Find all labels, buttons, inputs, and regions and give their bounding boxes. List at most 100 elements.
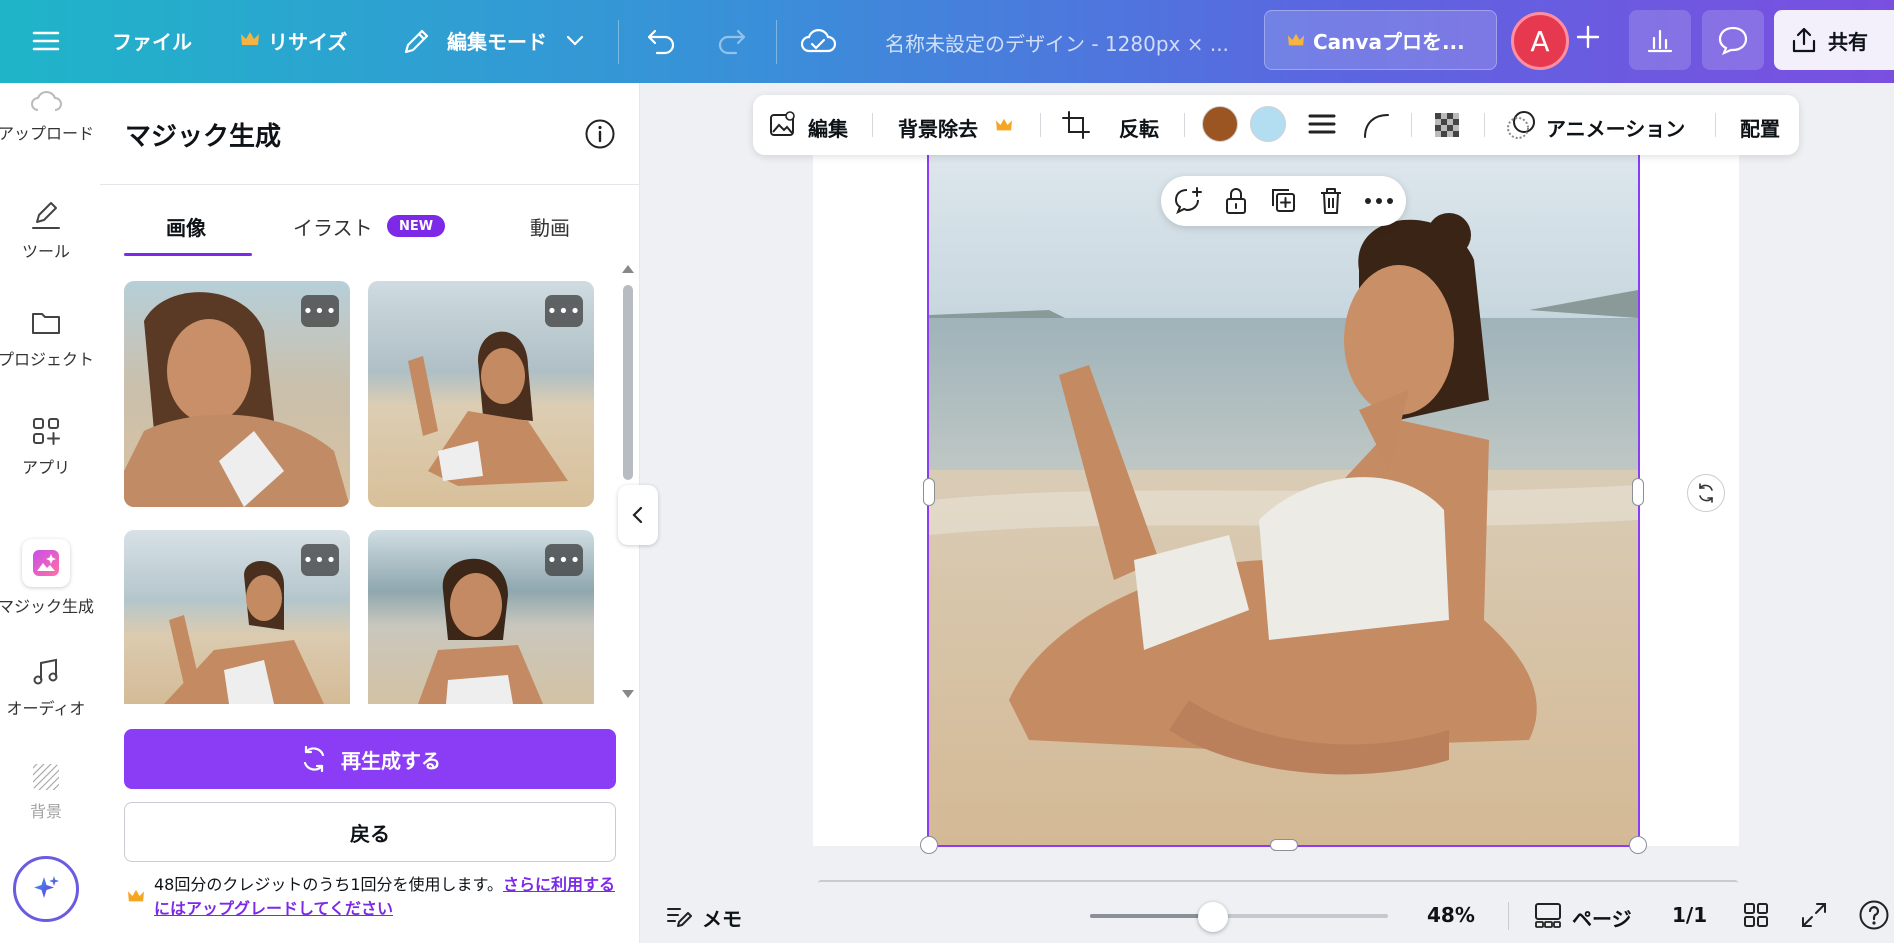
add-comment-icon[interactable] xyxy=(1172,185,1204,217)
crown-icon xyxy=(127,888,145,904)
refresh-icon xyxy=(299,744,329,774)
cloud-saved-icon[interactable] xyxy=(800,25,836,57)
panel-scrollbar[interactable] xyxy=(623,285,633,480)
more-options-icon[interactable] xyxy=(1364,197,1394,205)
resize-handle-bottom-right[interactable] xyxy=(1629,836,1647,854)
animate-button[interactable]: アニメーション xyxy=(1546,113,1685,142)
magic-media-icon xyxy=(22,539,70,587)
sparkle-icon xyxy=(29,872,63,906)
zoom-level[interactable]: 48% xyxy=(1427,903,1475,927)
help-icon[interactable] xyxy=(1858,899,1890,931)
divider xyxy=(1184,113,1185,137)
rail-item-background[interactable]: 背景 xyxy=(0,762,92,822)
fullscreen-icon[interactable] xyxy=(1800,901,1828,929)
notes-button[interactable]: メモ xyxy=(702,903,742,932)
undo-icon[interactable] xyxy=(645,27,677,55)
divider xyxy=(872,113,873,137)
background-remover-button[interactable]: 背景除去 xyxy=(898,113,978,142)
border-style-icon[interactable] xyxy=(1308,112,1336,136)
pages-button[interactable]: ページ xyxy=(1572,903,1632,932)
comments-button[interactable] xyxy=(1702,10,1764,70)
rail-item-projects[interactable]: プロジェクト xyxy=(0,306,94,370)
resize-handle-left[interactable] xyxy=(923,478,935,506)
crop-icon[interactable] xyxy=(1061,110,1091,140)
rail-item-apps[interactable]: アプリ xyxy=(0,414,92,478)
page-counter[interactable]: 1/1 xyxy=(1672,903,1707,927)
upload-icon xyxy=(1790,26,1818,54)
add-member-icon[interactable] xyxy=(1575,24,1601,50)
crown-icon xyxy=(1287,32,1305,48)
redo-icon[interactable] xyxy=(716,27,748,55)
chevron-down-icon[interactable] xyxy=(565,33,585,47)
position-button[interactable]: 配置 xyxy=(1740,113,1780,142)
rotate-button[interactable] xyxy=(1687,474,1725,512)
image-more-button[interactable]: ••• xyxy=(545,295,583,327)
color-swatch-1[interactable] xyxy=(1202,106,1238,142)
divider xyxy=(1715,113,1716,137)
tab-videos[interactable]: 動画 xyxy=(530,212,570,241)
resize-handle-right[interactable] xyxy=(1632,478,1644,506)
tab-illustrations[interactable]: イラスト xyxy=(293,212,373,241)
notes-icon xyxy=(665,902,693,930)
corner-rounding-icon[interactable] xyxy=(1362,111,1390,139)
canva-pro-button[interactable]: Canvaプロを... xyxy=(1264,10,1497,70)
grid-view-icon[interactable] xyxy=(1742,901,1770,929)
insights-button[interactable] xyxy=(1629,10,1691,70)
trash-icon[interactable] xyxy=(1317,185,1345,217)
rotate-icon xyxy=(1695,482,1717,504)
animation-icon xyxy=(1504,108,1538,142)
tab-images[interactable]: 画像 xyxy=(166,212,206,241)
credit-notice: 48回分のクレジットのうち1回分を使用します。さらに利用するにはアップグレードし… xyxy=(154,875,615,918)
music-note-icon xyxy=(29,655,63,689)
menu-icon[interactable] xyxy=(27,22,65,60)
regenerate-button[interactable]: 再生成する xyxy=(124,729,616,789)
duplicate-icon[interactable] xyxy=(1268,185,1298,217)
avatar[interactable]: A xyxy=(1511,12,1569,70)
collapse-panel-button[interactable] xyxy=(618,485,658,545)
crown-icon xyxy=(240,30,260,48)
color-swatch-2[interactable] xyxy=(1250,106,1286,142)
file-menu[interactable]: ファイル xyxy=(112,26,192,55)
design-title[interactable]: 名称未設定のデザイン - 1280px × ... xyxy=(885,28,1229,57)
pencil-icon xyxy=(402,26,430,56)
scroll-down-icon[interactable] xyxy=(621,689,635,699)
chevron-left-icon xyxy=(631,505,645,525)
image-more-button[interactable]: ••• xyxy=(301,544,339,576)
flip-button[interactable]: 反転 xyxy=(1119,113,1159,142)
image-more-button[interactable]: ••• xyxy=(545,544,583,576)
image-more-button[interactable]: ••• xyxy=(301,295,339,327)
edit-mode-dropdown[interactable]: 編集モード xyxy=(447,26,547,55)
resize-handle-bottom-left[interactable] xyxy=(920,836,938,854)
resize-handle-bottom[interactable] xyxy=(1270,839,1298,851)
bar-chart-icon xyxy=(1646,26,1674,54)
selected-image[interactable] xyxy=(927,138,1640,847)
share-button[interactable]: 共有 xyxy=(1774,10,1894,70)
divider xyxy=(618,20,619,64)
panel-title: マジック生成 xyxy=(125,122,282,152)
cloud-upload-icon xyxy=(29,88,63,114)
lock-icon[interactable] xyxy=(1222,185,1250,217)
divider xyxy=(776,20,777,64)
scroll-up-icon[interactable] xyxy=(621,264,635,274)
divider xyxy=(1040,113,1041,137)
active-tab-indicator xyxy=(124,253,252,256)
resize-button[interactable]: リサイズ xyxy=(268,26,347,55)
background-icon xyxy=(31,762,61,792)
zoom-slider-fill xyxy=(1090,914,1214,918)
rail-item-tools[interactable]: ツール xyxy=(0,198,92,262)
divider xyxy=(1508,902,1509,930)
info-icon[interactable] xyxy=(584,118,616,150)
zoom-slider-thumb[interactable] xyxy=(1198,902,1228,932)
new-badge: NEW xyxy=(387,215,445,237)
edit-image-button[interactable]: 編集 xyxy=(808,113,848,142)
transparency-icon[interactable] xyxy=(1433,111,1463,141)
canvas-scrollbar[interactable] xyxy=(818,880,1738,886)
rail-item-uploads[interactable]: アップロード xyxy=(0,88,94,144)
divider xyxy=(1411,113,1412,137)
back-button[interactable]: 戻る xyxy=(124,802,616,862)
comment-icon xyxy=(1717,25,1749,55)
rail-item-audio[interactable]: オーディオ xyxy=(0,655,92,719)
rail-item-magic-media[interactable]: マジック生成 xyxy=(0,539,94,617)
canva-assistant-button[interactable] xyxy=(13,856,79,922)
image-edit-icon xyxy=(768,110,798,140)
